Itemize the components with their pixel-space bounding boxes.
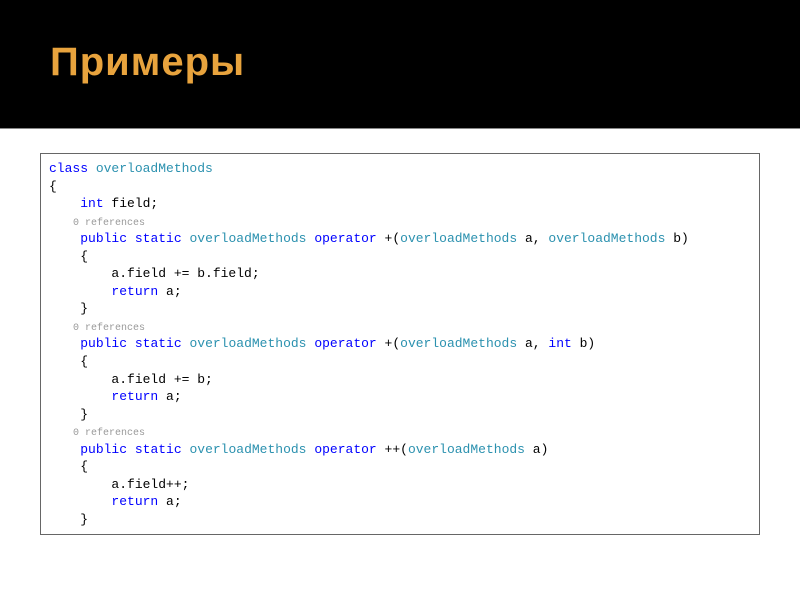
indent [49,494,111,509]
class-name: overloadMethods [88,161,213,176]
param-a: a, [517,231,548,246]
keyword-return: return [111,389,158,404]
brace: } [49,407,88,422]
brace: { [49,249,88,264]
keyword-public: public [80,336,127,351]
keyword-return: return [111,494,158,509]
return-a: a; [158,494,181,509]
op-plus: +( [377,336,400,351]
indent [49,389,111,404]
code-box: class overloadMethods { int field; 0 ref… [40,153,760,535]
brace-open: { [49,179,57,194]
keyword-static: static [135,336,182,351]
op-inc: ++( [377,442,408,457]
brace: } [49,512,88,527]
op-plus: +( [377,231,400,246]
param-end: b) [572,336,595,351]
brace: { [49,459,88,474]
assign-line: a.field += b.field; [49,266,260,281]
return-type: overloadMethods [189,336,306,351]
param-type: overloadMethods [548,231,665,246]
slide-header: Примеры [0,0,800,128]
indent [49,284,111,299]
param-end: a) [525,442,548,457]
keyword-return: return [111,284,158,299]
keyword-operator: operator [314,442,376,457]
keyword-static: static [135,231,182,246]
inc-line: a.field++; [49,477,189,492]
param-type: overloadMethods [400,336,517,351]
assign-line: a.field += b; [49,372,213,387]
keyword-class: class [49,161,88,176]
field-decl: field; [104,196,159,211]
keyword-int: int [80,196,103,211]
keyword-operator: operator [314,231,376,246]
brace: { [49,354,88,369]
codelens-refs: 0 references [49,218,145,229]
indent [49,336,80,351]
keyword-operator: operator [314,336,376,351]
return-type: overloadMethods [189,231,306,246]
indent [49,231,80,246]
brace: } [49,301,88,316]
keyword-public: public [80,442,127,457]
indent [49,442,80,457]
return-a: a; [158,389,181,404]
param-end: b) [665,231,688,246]
keyword-int: int [548,336,571,351]
return-type: overloadMethods [189,442,306,457]
codelens-refs: 0 references [49,428,145,439]
param-type: overloadMethods [400,231,517,246]
param-a: a, [517,336,548,351]
indent [49,196,80,211]
content-area: class overloadMethods { int field; 0 ref… [0,129,800,545]
return-a: a; [158,284,181,299]
slide-title: Примеры [50,40,750,85]
codelens-refs: 0 references [49,323,145,334]
param-type: overloadMethods [408,442,525,457]
keyword-public: public [80,231,127,246]
keyword-static: static [135,442,182,457]
